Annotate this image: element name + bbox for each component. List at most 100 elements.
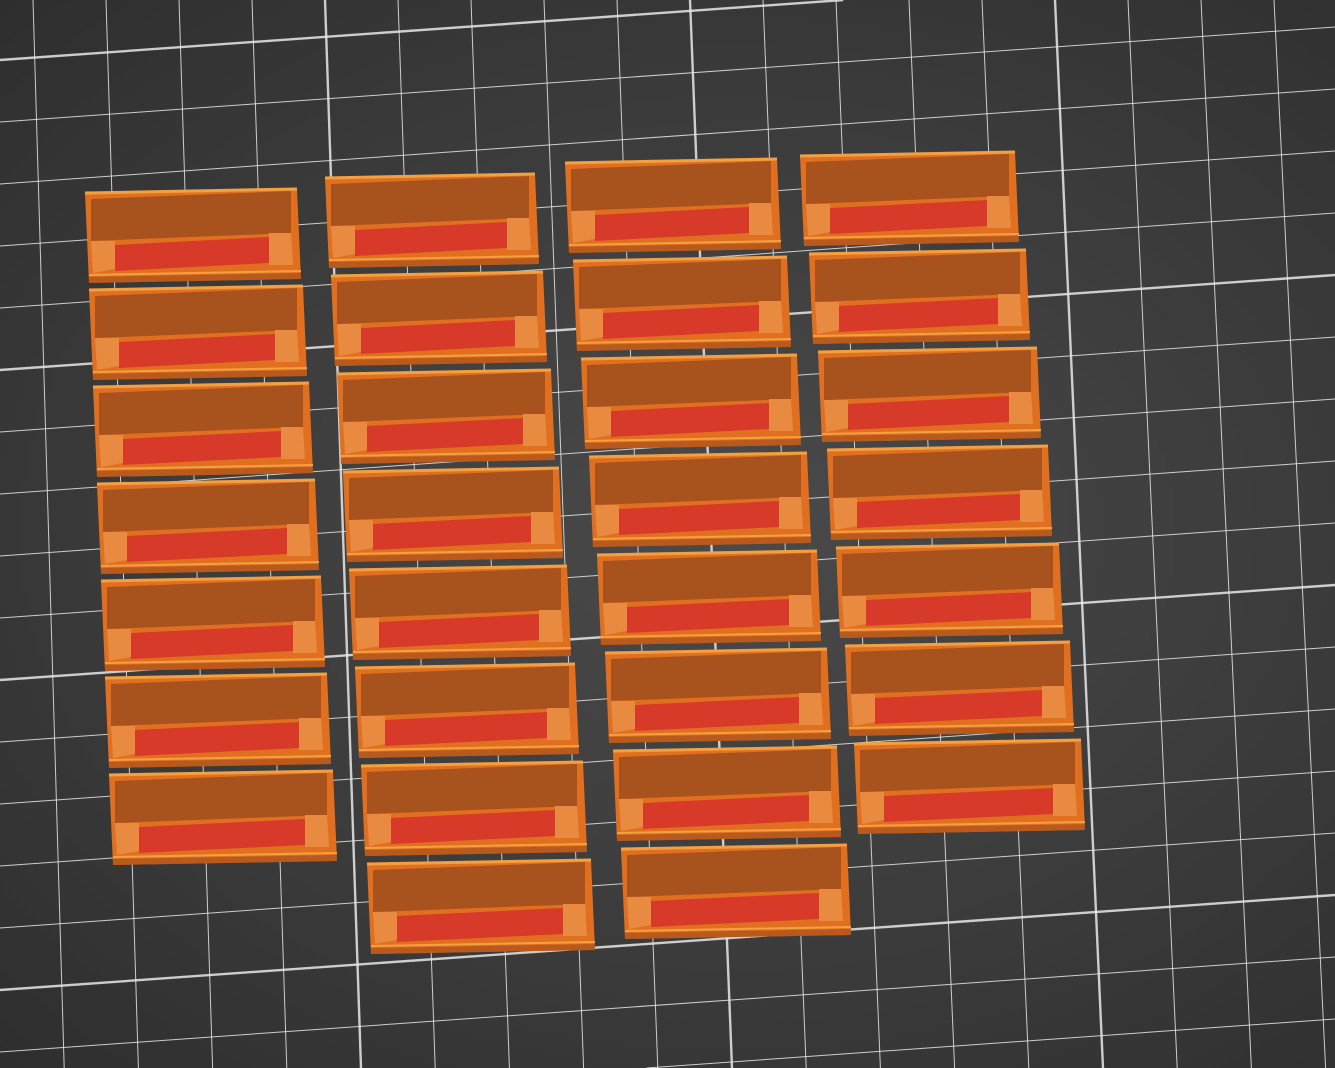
- box-side-wall: [789, 595, 813, 627]
- box-side-wall: [531, 512, 555, 544]
- box-back-wall: [373, 862, 585, 912]
- storage-box: [580, 353, 802, 449]
- box-back-wall: [111, 676, 321, 726]
- part-column-2: [324, 172, 596, 954]
- storage-box: [826, 444, 1053, 540]
- box-side-wall: [579, 309, 603, 341]
- storage-box: [612, 745, 842, 841]
- box-side-wall: [555, 806, 579, 838]
- sliced-parts[interactable]: [0, 0, 1335, 1068]
- box-back-wall: [343, 372, 545, 422]
- box-back-wall: [115, 773, 327, 823]
- storage-box: [596, 549, 822, 645]
- box-back-wall: [815, 252, 1020, 302]
- box-back-wall: [367, 764, 577, 814]
- box-side-wall: [523, 414, 547, 446]
- box-back-wall: [860, 742, 1075, 792]
- box-side-wall: [1020, 490, 1044, 522]
- box-side-wall: [367, 814, 391, 846]
- box-side-wall: [91, 241, 115, 273]
- box-side-wall: [851, 694, 875, 726]
- box-side-wall: [563, 904, 587, 936]
- storage-box: [336, 368, 556, 464]
- box-side-wall: [337, 324, 361, 356]
- box-side-wall: [1053, 784, 1077, 816]
- box-side-wall: [1031, 588, 1055, 620]
- box-side-wall: [571, 211, 595, 243]
- box-back-wall: [361, 666, 569, 716]
- box-side-wall: [833, 498, 857, 530]
- box-side-wall: [998, 294, 1022, 326]
- box-side-wall: [373, 912, 397, 944]
- box-back-wall: [806, 154, 1009, 204]
- box-side-wall: [343, 422, 367, 454]
- storage-box: [100, 575, 326, 671]
- storage-box: [360, 760, 588, 856]
- box-side-wall: [799, 693, 823, 725]
- 3d-viewport[interactable]: [0, 0, 1335, 1068]
- box-back-wall: [627, 847, 841, 897]
- storage-box: [108, 769, 338, 865]
- box-side-wall: [355, 618, 379, 650]
- storage-box: [324, 172, 540, 268]
- box-side-wall: [99, 435, 123, 467]
- storage-box: [92, 381, 314, 477]
- box-back-wall: [331, 176, 529, 226]
- box-back-wall: [595, 455, 801, 505]
- box-back-wall: [587, 357, 791, 407]
- box-back-wall: [349, 470, 553, 520]
- box-back-wall: [99, 385, 303, 435]
- box-back-wall: [355, 568, 561, 618]
- storage-box: [330, 270, 548, 366]
- box-side-wall: [842, 596, 866, 628]
- box-side-wall: [293, 621, 317, 653]
- part-column-4: [799, 150, 1086, 834]
- storage-box: [104, 672, 332, 768]
- box-side-wall: [769, 399, 793, 431]
- box-side-wall: [507, 218, 531, 250]
- box-back-wall: [833, 448, 1042, 498]
- storage-box: [853, 738, 1086, 834]
- storage-box: [604, 647, 832, 743]
- box-side-wall: [515, 316, 539, 348]
- storage-box: [808, 248, 1031, 344]
- box-back-wall: [103, 482, 309, 532]
- box-side-wall: [107, 629, 131, 661]
- box-side-wall: [305, 815, 329, 847]
- storage-box: [354, 662, 580, 758]
- box-side-wall: [587, 407, 611, 439]
- box-side-wall: [1009, 392, 1033, 424]
- storage-box: [88, 284, 308, 380]
- storage-box: [799, 150, 1020, 246]
- box-back-wall: [824, 350, 1031, 400]
- storage-box: [366, 858, 596, 954]
- storage-box: [348, 564, 572, 660]
- box-back-wall: [603, 553, 811, 603]
- box-side-wall: [287, 524, 311, 556]
- box-back-wall: [337, 274, 537, 324]
- storage-box: [588, 451, 812, 547]
- box-side-wall: [819, 889, 843, 921]
- storage-box: [817, 346, 1042, 442]
- box-side-wall: [749, 203, 773, 235]
- storage-box: [84, 187, 302, 283]
- box-side-wall: [115, 823, 139, 855]
- box-side-wall: [547, 708, 571, 740]
- box-side-wall: [275, 330, 299, 362]
- box-side-wall: [361, 716, 385, 748]
- storage-box: [564, 157, 782, 253]
- box-side-wall: [95, 338, 119, 370]
- box-back-wall: [842, 546, 1053, 596]
- storage-box: [572, 255, 792, 351]
- storage-box: [835, 542, 1064, 638]
- box-side-wall: [860, 792, 884, 824]
- box-side-wall: [281, 427, 305, 459]
- part-column-3: [564, 157, 852, 939]
- storage-box: [342, 466, 564, 562]
- box-back-wall: [91, 191, 291, 241]
- box-side-wall: [809, 791, 833, 823]
- box-side-wall: [611, 701, 635, 733]
- box-back-wall: [611, 651, 821, 701]
- box-side-wall: [331, 226, 355, 258]
- box-side-wall: [603, 603, 627, 635]
